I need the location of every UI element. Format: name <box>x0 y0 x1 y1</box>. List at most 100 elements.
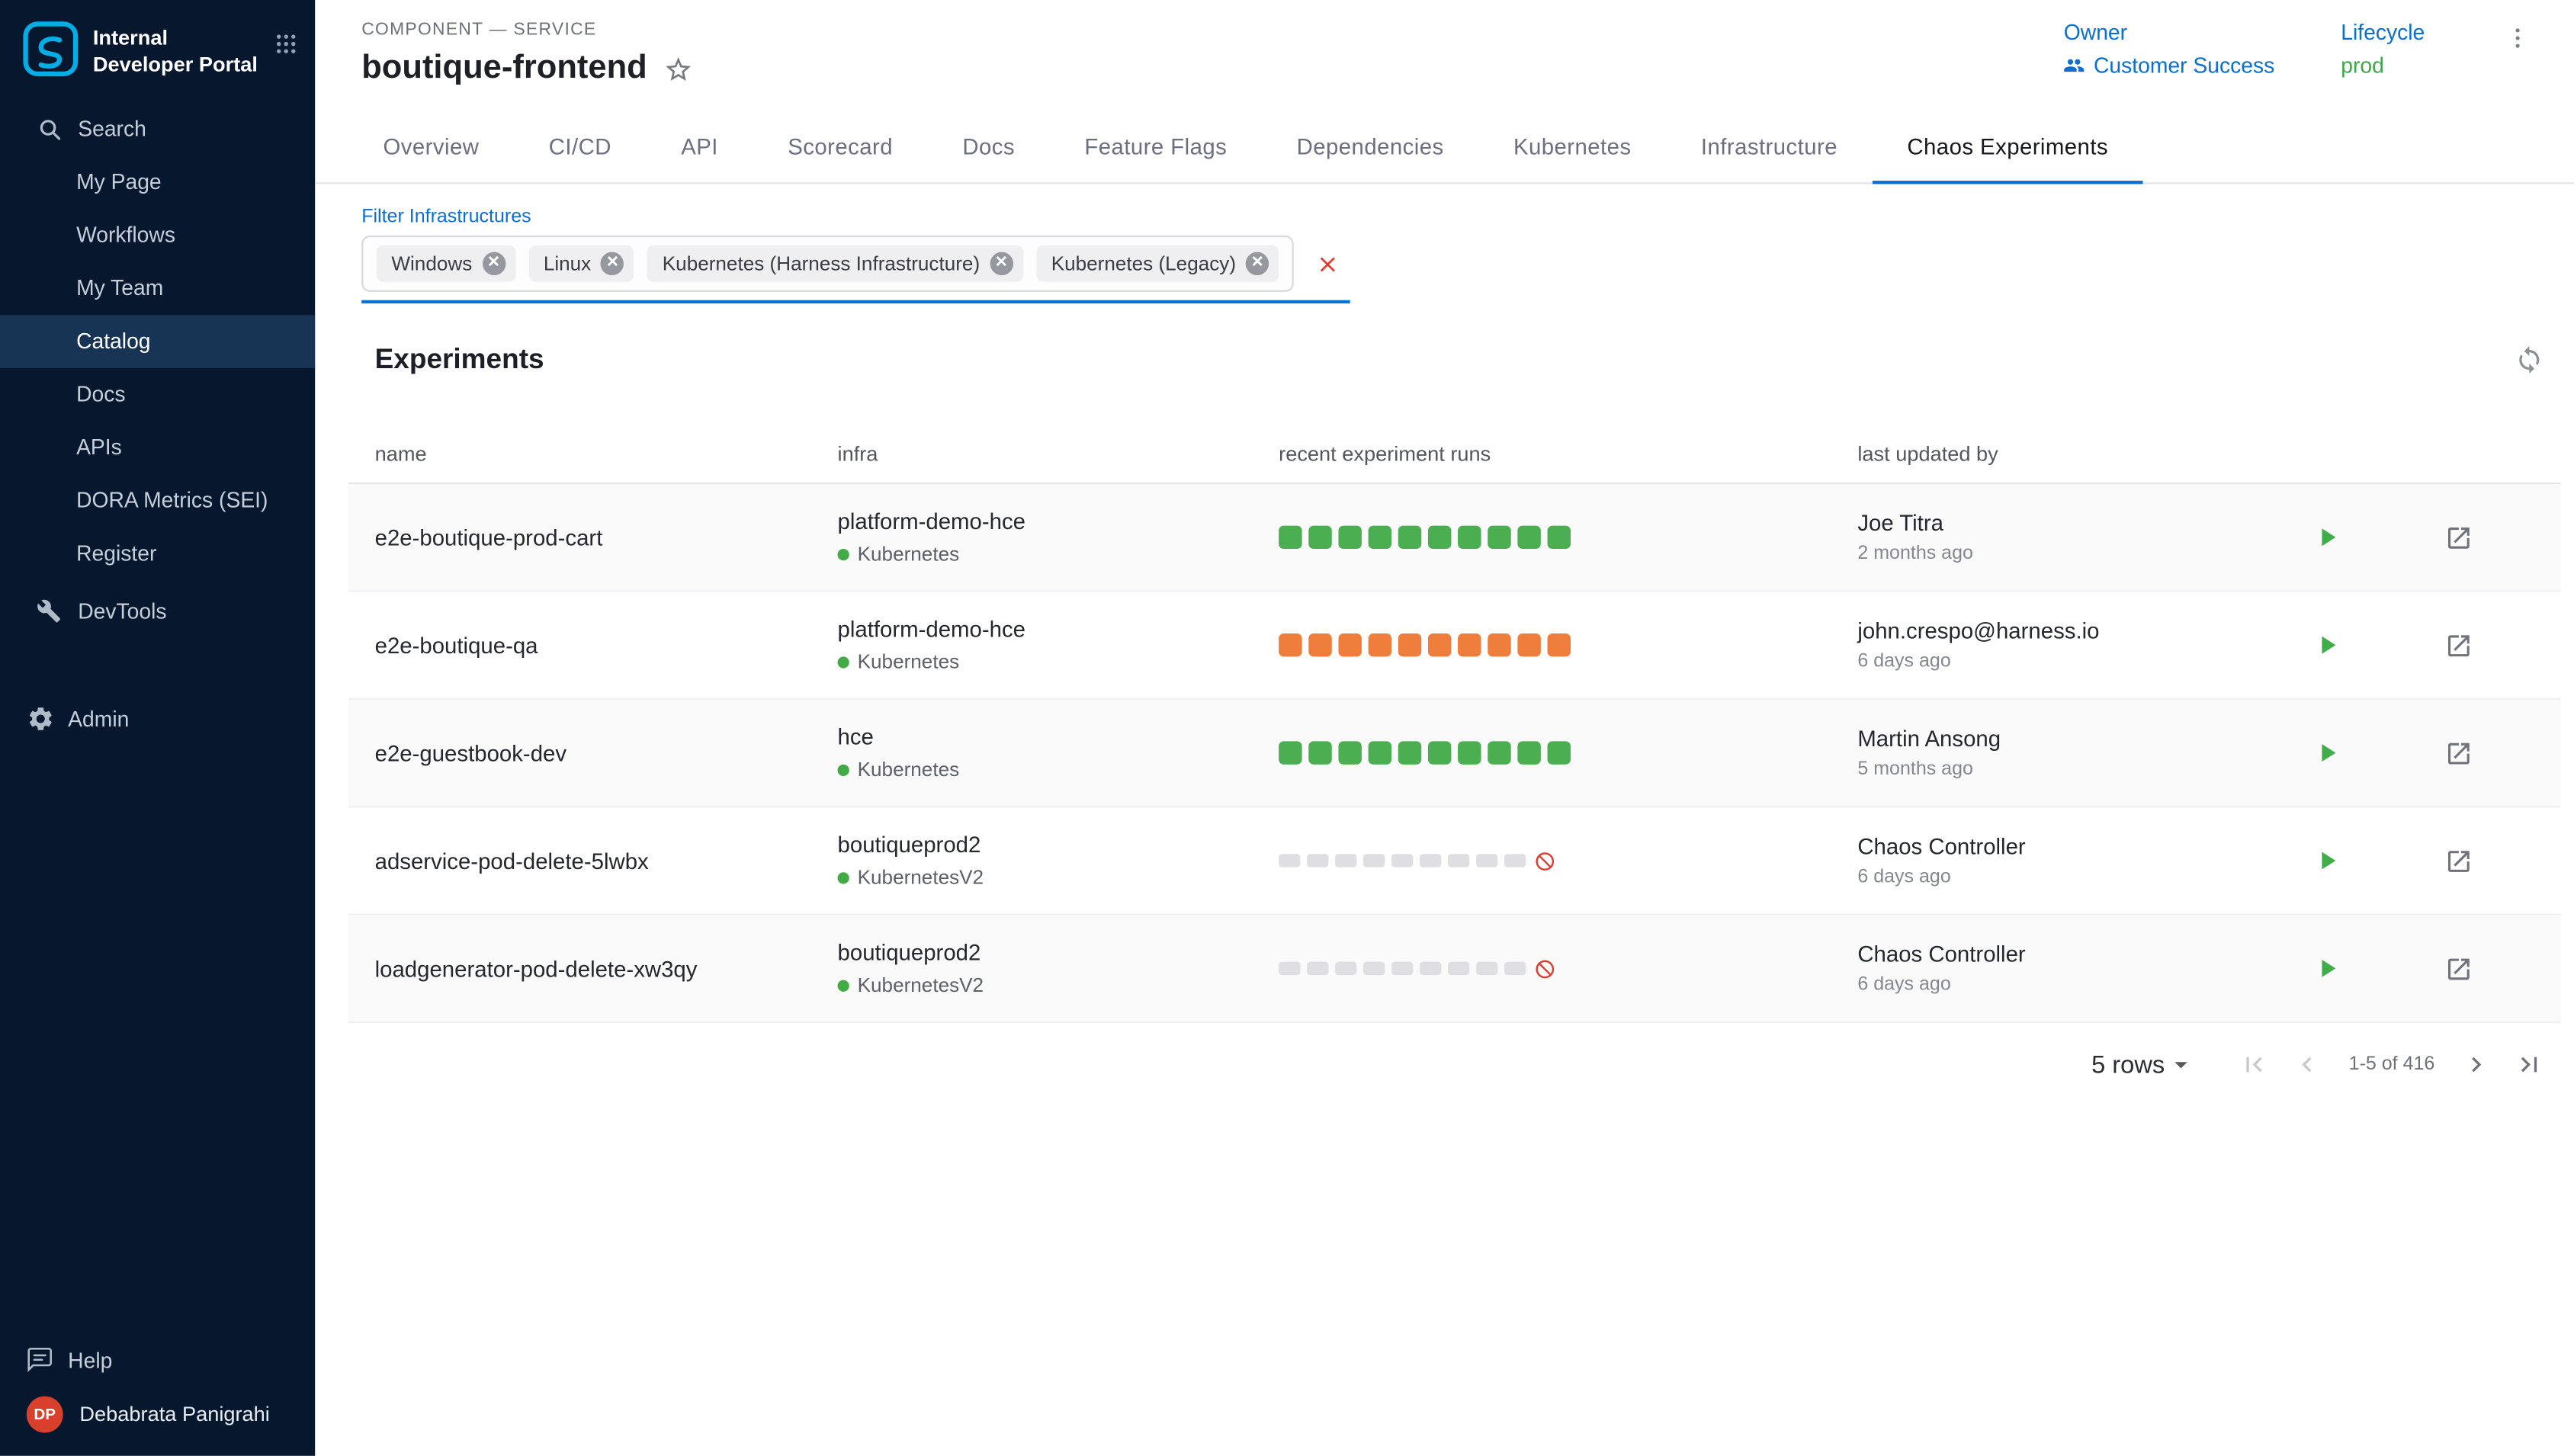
open-in-new-icon[interactable] <box>2444 954 2473 983</box>
tab-infrastructure[interactable]: Infrastructure <box>1666 111 1872 184</box>
sidebar: Internal Developer Portal Search M <box>0 0 315 1456</box>
green-status-dot <box>838 764 849 775</box>
sidebar-item-docs[interactable]: Docs <box>0 367 315 421</box>
refresh-icon[interactable] <box>2515 345 2544 374</box>
run-indicator <box>1279 962 1300 975</box>
sidebar-item-label: Docs <box>76 381 125 406</box>
rows-per-page-select[interactable]: 5 rows <box>2091 1050 2196 1079</box>
run-indicator <box>1307 854 1328 867</box>
run-indicator <box>1338 741 1361 764</box>
open-in-new-icon[interactable] <box>2444 523 2473 551</box>
recent-runs[interactable] <box>1279 526 1571 549</box>
filter-chip[interactable]: Linux ✕ <box>528 245 634 282</box>
tab-feature-flags[interactable]: Feature Flags <box>1050 111 1262 184</box>
chip-remove-icon[interactable]: ✕ <box>1246 252 1269 275</box>
apps-grid-icon[interactable] <box>274 20 299 56</box>
avatar: DP <box>27 1397 63 1433</box>
filter-chip[interactable]: Windows ✕ <box>377 245 515 282</box>
tab-cicd[interactable]: CI/CD <box>514 111 646 184</box>
run-indicator <box>1338 526 1361 549</box>
infra-name: platform-demo-hce <box>838 509 1279 534</box>
owner-link[interactable]: Customer Success <box>2064 53 2274 79</box>
run-experiment-icon[interactable] <box>2312 738 2341 768</box>
sidebar-item-search[interactable]: Search <box>0 102 315 156</box>
table-row[interactable]: e2e-boutique-qa platform-demo-hce Kubern… <box>348 592 2561 700</box>
sidebar-item-label: Workflows <box>76 222 175 247</box>
brand-title: Internal Developer Portal <box>93 20 261 79</box>
open-in-new-icon[interactable] <box>2444 739 2473 767</box>
first-page-icon[interactable] <box>2232 1043 2276 1086</box>
user-menu[interactable]: DP Debabrata Panigrahi <box>0 1387 315 1456</box>
tab-scorecard[interactable]: Scorecard <box>753 111 928 184</box>
table-row[interactable]: e2e-boutique-prod-cart platform-demo-hce… <box>348 484 2561 592</box>
run-indicator <box>1458 741 1481 764</box>
recent-runs[interactable] <box>1279 962 1526 975</box>
sidebar-item-catalog[interactable]: Catalog <box>0 314 315 367</box>
sidebar-item-register[interactable]: Register <box>0 527 315 580</box>
run-experiment-icon[interactable] <box>2312 522 2341 552</box>
next-page-icon[interactable] <box>2454 1043 2498 1086</box>
run-experiment-icon[interactable] <box>2312 954 2341 983</box>
run-indicator <box>1548 633 1571 656</box>
green-status-dot <box>838 871 849 883</box>
sidebar-item-my-team[interactable]: My Team <box>0 261 315 315</box>
chip-label: Kubernetes (Legacy) <box>1051 252 1236 275</box>
table-row[interactable]: e2e-guestbook-dev hce Kubernetes Martin … <box>348 700 2561 807</box>
table-row[interactable]: loadgenerator-pod-delete-xw3qy boutiquep… <box>348 916 2561 1023</box>
experiments-section: Experiments name infra recent experiment… <box>348 340 2561 1086</box>
filter-chip[interactable]: Kubernetes (Legacy) ✕ <box>1036 245 1279 282</box>
last-page-icon[interactable] <box>2508 1043 2551 1086</box>
updated-at: 6 days ago <box>1857 652 2299 672</box>
tab-kubernetes[interactable]: Kubernetes <box>1478 111 1666 184</box>
open-in-new-icon[interactable] <box>2444 846 2473 874</box>
sidebar-item-label: My Team <box>76 275 163 300</box>
run-indicator <box>1308 633 1331 656</box>
previous-page-icon[interactable] <box>2286 1043 2329 1086</box>
run-experiment-icon[interactable] <box>2312 845 2341 875</box>
tab-api[interactable]: API <box>647 111 753 184</box>
tab-chaos-experiments[interactable]: Chaos Experiments <box>1873 111 2143 184</box>
run-experiment-icon[interactable] <box>2312 630 2341 660</box>
sidebar-item-workflows[interactable]: Workflows <box>0 208 315 261</box>
sidebar-item-admin[interactable]: Admin <box>0 692 315 746</box>
filter-chip[interactable]: Kubernetes (Harness Infrastructure) ✕ <box>647 245 1023 282</box>
infra-name: boutiqueprod2 <box>838 940 1279 965</box>
open-in-new-icon[interactable] <box>2444 631 2473 659</box>
chip-remove-icon[interactable]: ✕ <box>482 252 505 275</box>
clear-filters-icon[interactable] <box>1315 252 1340 277</box>
tab-dependencies[interactable]: Dependencies <box>1262 111 1478 184</box>
run-indicator <box>1517 741 1540 764</box>
updated-at: 2 months ago <box>1857 544 2299 563</box>
recent-runs[interactable] <box>1279 741 1571 764</box>
recent-runs[interactable] <box>1279 633 1571 656</box>
chevron-down-icon <box>2166 1050 2196 1079</box>
sidebar-item-my-page[interactable]: My Page <box>0 155 315 208</box>
updated-by: john.crespo@harness.io <box>1857 618 2299 643</box>
sidebar-item-devtools[interactable]: DevTools <box>0 585 315 638</box>
filter-chips-box[interactable]: Windows ✕ Linux ✕ Kubernetes (Harness In… <box>361 236 1294 292</box>
tab-docs[interactable]: Docs <box>928 111 1050 184</box>
recent-runs[interactable] <box>1279 854 1526 867</box>
sidebar-item-label: Catalog <box>76 329 150 354</box>
lifecycle-block: Lifecycle prod <box>2341 20 2425 78</box>
table-row[interactable]: adservice-pod-delete-5lwbx boutiqueprod2… <box>348 807 2561 915</box>
lifecycle-label[interactable]: Lifecycle <box>2341 20 2425 45</box>
favorite-star-icon[interactable] <box>664 54 694 84</box>
tab-overview[interactable]: Overview <box>348 111 514 184</box>
chip-remove-icon[interactable]: ✕ <box>601 252 624 275</box>
run-indicator <box>1428 633 1451 656</box>
filter-label[interactable]: Filter Infrastructures <box>361 207 2527 227</box>
sidebar-item-dora-metrics[interactable]: DORA Metrics (SEI) <box>0 473 315 527</box>
run-indicator <box>1279 526 1301 549</box>
sidebar-item-apis[interactable]: APIs <box>0 420 315 473</box>
more-options-icon[interactable] <box>2505 25 2531 52</box>
infrastructure-filter[interactable]: Windows ✕ Linux ✕ Kubernetes (Harness In… <box>361 236 1350 303</box>
table-header: name infra recent experiment runs last u… <box>348 426 2561 484</box>
run-indicator <box>1335 854 1356 867</box>
brand: Internal Developer Portal <box>0 0 315 92</box>
chip-remove-icon[interactable]: ✕ <box>990 252 1013 275</box>
green-status-dot <box>838 980 849 991</box>
owner-label[interactable]: Owner <box>2064 20 2274 45</box>
run-indicator <box>1398 741 1421 764</box>
help-button[interactable]: Help <box>0 1333 315 1387</box>
